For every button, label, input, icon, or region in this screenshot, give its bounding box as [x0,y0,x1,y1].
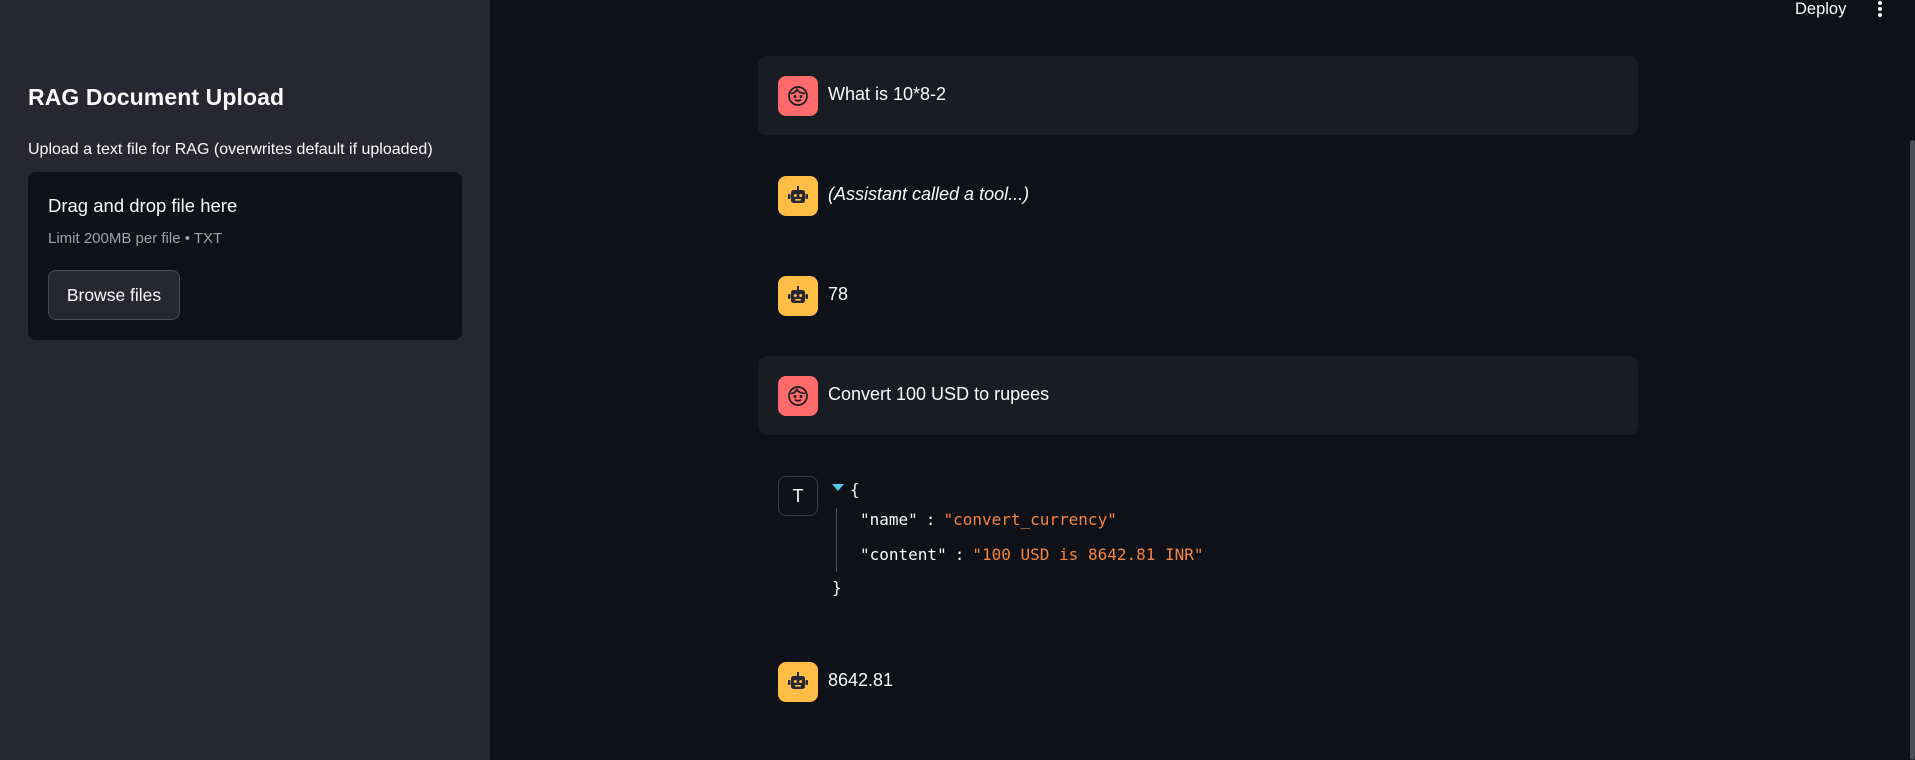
dropzone-title: Drag and drop file here [48,195,238,216]
main-scrollbar[interactable] [1910,140,1915,760]
robot-avatar-icon [778,276,818,316]
browse-files-button[interactable]: Browse files [48,270,180,320]
json-entry: "name": "convert_currency" [860,510,1117,529]
json-colon: : [925,510,936,529]
json-indent-guide [836,508,837,572]
message-text: 8642.81 [828,670,894,690]
file-uploader-label: Upload a text file for RAG (overwrites d… [28,141,433,158]
message-text: Convert 100 USD to rupees [828,384,1050,404]
user-avatar-icon [778,76,818,116]
json-close-brace: } [832,578,842,597]
kebab-menu-icon[interactable] [1872,0,1888,18]
deploy-button[interactable]: Deploy [1795,0,1846,19]
collapse-caret-icon[interactable] [832,484,844,491]
app-root: RAG Document Upload Upload a text file f… [0,0,1915,760]
robot-avatar-icon [778,176,818,216]
tool-avatar: T [778,476,818,516]
file-dropzone[interactable]: Drag and drop file here Limit 200MB per … [28,172,462,340]
message-text: 78 [828,284,849,304]
chat-message-user: Convert 100 USD to rupees [758,356,1638,435]
json-entry: "content": "100 USD is 8642.81 INR" [860,545,1204,564]
message-text: (Assistant called a tool...) [828,184,1030,204]
message-text: What is 10*8-2 [828,84,947,104]
json-value: "convert_currency" [943,510,1117,529]
dropzone-limit-text: Limit 200MB per file • TXT [48,230,223,247]
json-value: "100 USD is 8642.81 INR" [972,545,1204,564]
chat-message-user: What is 10*8-2 [758,56,1638,135]
json-open-brace: { [850,480,860,499]
json-colon: : [954,545,965,564]
json-key: "content" [860,545,947,564]
json-key: "name" [860,510,918,529]
json-viewer: { "name": "convert_currency" "content": "1… [828,478,1328,608]
chat-message-assistant: 78 [758,256,1638,335]
sidebar: RAG Document Upload Upload a text file f… [0,0,490,760]
robot-avatar-icon [778,662,818,702]
chat-message-assistant: 8642.81 [758,642,1638,721]
chat-message-assistant: (Assistant called a tool...) [758,156,1638,235]
user-avatar-icon [778,376,818,416]
sidebar-title: RAG Document Upload [28,84,285,110]
